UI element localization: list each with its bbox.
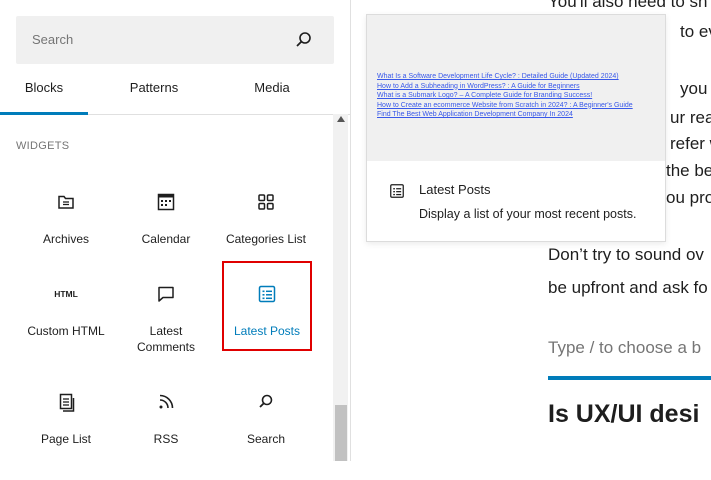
block-label: Search xyxy=(246,432,286,446)
block-label: Archives xyxy=(42,232,89,246)
preview-post-link: Find The Best Web Application Developmen… xyxy=(377,111,573,118)
preview-post-list: What Is a Software Development Life Cycl… xyxy=(377,72,633,120)
search-icon[interactable] xyxy=(294,30,314,50)
tab-blocks[interactable]: Blocks xyxy=(0,70,88,115)
preview-post-link: What Is a Software Development Life Cycl… xyxy=(377,73,619,80)
paragraph-line: to eva xyxy=(680,22,711,41)
block-label-line2: Comments xyxy=(136,340,195,354)
rss-icon xyxy=(159,394,174,409)
block-appender-placeholder[interactable]: Type / to choose a b xyxy=(548,338,701,358)
block-label: Custom HTML xyxy=(27,324,105,338)
scroll-up-arrow-icon[interactable] xyxy=(337,116,345,122)
block-label: Latest Posts xyxy=(233,324,301,338)
inserter-tabs: Blocks Patterns Media xyxy=(0,70,350,115)
list-icon xyxy=(258,285,276,303)
block-label: Page List xyxy=(40,432,92,446)
list-icon xyxy=(390,184,404,198)
block-latest-posts[interactable]: Latest Posts xyxy=(222,261,312,351)
block-preview-popover: What Is a Software Development Life Cycl… xyxy=(366,14,666,242)
comment-icon xyxy=(158,286,174,302)
block-label: Latest xyxy=(149,324,183,338)
block-page-list[interactable]: Page List xyxy=(16,390,116,480)
block-inserter-panel: Search Blocks Patterns Media WIDGETS Arc… xyxy=(0,0,351,461)
archive-icon xyxy=(58,195,74,209)
section-heading-widgets: WIDGETS xyxy=(16,140,70,152)
block-rss[interactable]: RSS xyxy=(116,390,216,480)
preview-title: Latest Posts xyxy=(419,182,491,197)
paragraph-line: ou pro xyxy=(666,188,711,207)
search-icon xyxy=(259,394,273,408)
search-placeholder: Search xyxy=(32,32,74,47)
scrollbar-thumb[interactable] xyxy=(335,405,347,461)
preview-post-link: What is a Submark Logo? – A Complete Gui… xyxy=(377,92,593,99)
block-focus-indicator xyxy=(548,376,711,380)
paragraph-line: You'll also need to sh xyxy=(548,0,708,11)
paragraph-line: Don’t try to sound ov xyxy=(548,245,704,264)
pages-icon xyxy=(59,393,75,412)
paragraph-line: you th xyxy=(680,79,711,98)
block-label: RSS xyxy=(153,432,179,446)
tab-media[interactable]: Media xyxy=(220,70,324,114)
preview-post-link: How to Add a Subheading in WordPress? : … xyxy=(377,82,580,90)
categories-icon xyxy=(258,194,274,210)
block-archives[interactable]: Archives xyxy=(16,190,116,280)
content-heading[interactable]: Is UX/UI desi xyxy=(548,400,699,429)
block-custom-html[interactable]: HTML Custom HTML xyxy=(16,282,116,372)
preview-thumbnail: What Is a Software Development Life Cycl… xyxy=(367,15,665,161)
paragraph-line: be upfront and ask fo xyxy=(548,278,708,297)
html-icon: HTML xyxy=(54,289,78,299)
paragraph-line: the be xyxy=(666,161,711,180)
preview-description: Display a list of your most recent posts… xyxy=(419,207,637,221)
block-latest-comments[interactable]: Latest Comments xyxy=(116,282,216,372)
block-label: Categories List xyxy=(225,232,307,246)
block-label: Calendar xyxy=(141,232,191,246)
paragraph-line: ur rea xyxy=(670,108,711,127)
paragraph-line: refer w xyxy=(670,134,711,153)
tab-patterns[interactable]: Patterns xyxy=(88,70,220,114)
calendar-icon xyxy=(157,193,175,211)
search-input[interactable]: Search xyxy=(16,16,334,64)
preview-post-link: How to Create an ecommerce Website from … xyxy=(377,101,633,109)
block-calendar[interactable]: Calendar xyxy=(116,190,216,280)
block-search[interactable]: Search xyxy=(216,390,316,480)
